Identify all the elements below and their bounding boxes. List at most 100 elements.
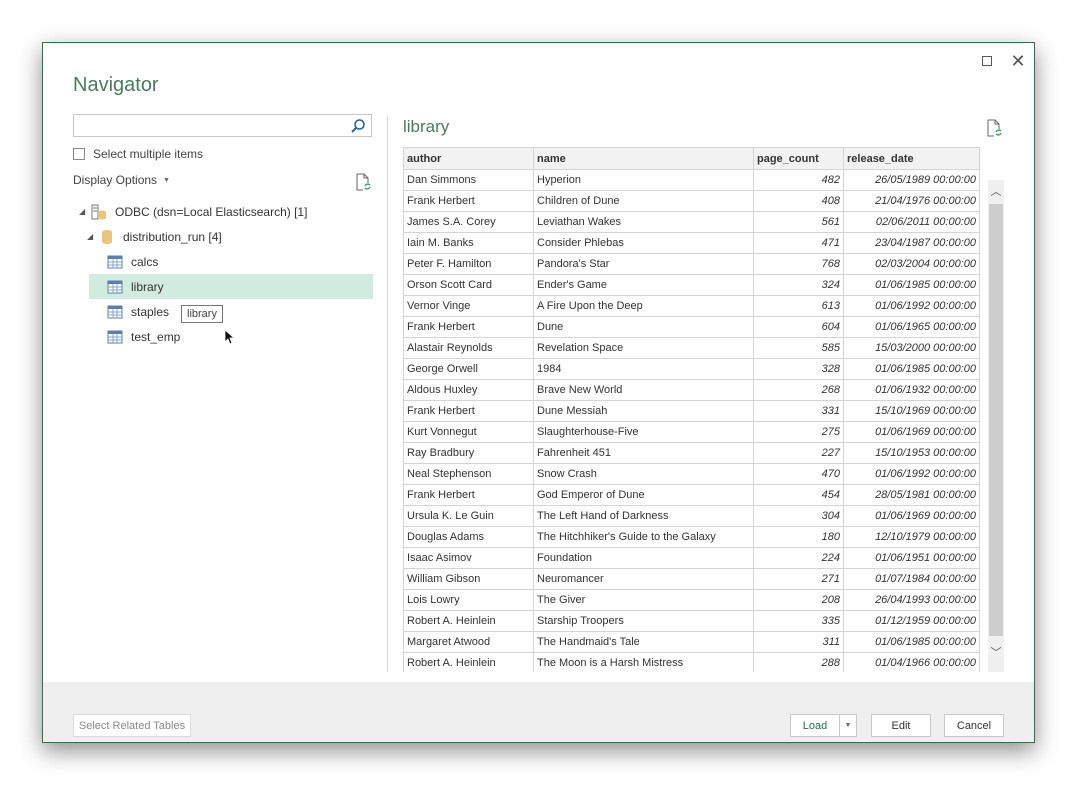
caret-down-icon: ▼ (844, 722, 852, 729)
cell-page-count: 454 (753, 484, 844, 506)
cell-release-date: 01/06/1969 00:00:00 (843, 421, 980, 443)
maximize-icon (982, 56, 992, 66)
display-options-dropdown[interactable]: Display Options ▼ (73, 173, 170, 187)
cell-release-date: 01/06/1985 00:00:00 (843, 274, 980, 296)
cell-release-date: 01/07/1984 00:00:00 (843, 568, 980, 590)
table-row: Robert A. Heinlein The Moon is a Harsh Mi… (403, 652, 980, 672)
cell-author: Robert A. Heinlein (403, 610, 534, 632)
table-row: William Gibson Neuromancer 271 01/07/1984 0… (403, 568, 980, 590)
cell-author: Lois Lowry (403, 589, 534, 611)
select-multiple-items[interactable]: Select multiple items (73, 147, 203, 161)
load-dropdown-button[interactable]: ▼ (839, 714, 857, 737)
cell-author: Frank Herbert (403, 484, 534, 506)
cell-page-count: 268 (753, 379, 844, 401)
tree-item-library[interactable]: library (89, 274, 373, 299)
scroll-down-icon[interactable]: ﹀ (988, 644, 1004, 660)
caret-down-icon: ▼ (163, 176, 170, 184)
cell-author: Alastair Reynolds (403, 337, 534, 359)
cell-author: Dan Simmons (403, 169, 534, 191)
close-button[interactable]: ✕ (1006, 49, 1030, 73)
expanded-triangle-icon[interactable]: ◢ (87, 232, 99, 241)
cell-name: Revelation Space (533, 337, 754, 359)
tooltip: library (181, 305, 223, 323)
cell-page-count: 331 (753, 400, 844, 422)
table-body: Dan Simmons Hyperion 482 26/05/1989 00:00:0… (403, 169, 980, 672)
cell-release-date: 15/10/1969 00:00:00 (843, 400, 980, 422)
cell-release-date: 12/10/1979 00:00:00 (843, 526, 980, 548)
cell-page-count: 224 (753, 547, 844, 569)
cell-page-count: 208 (753, 589, 844, 611)
tree-item-label: library (131, 279, 164, 294)
table-icon (107, 280, 123, 293)
cell-release-date: 01/06/1985 00:00:00 (843, 631, 980, 653)
table-row: Kurt Vonnegut Slaughterhouse-Five 275 01/06… (403, 421, 980, 443)
preview-title: library (403, 117, 450, 136)
table-row: Ray Bradbury Fahrenheit 451 227 15/10/1953 … (403, 442, 980, 464)
tree-item-distribution-run[interactable]: ◢ distribution_run [4] (73, 224, 373, 249)
scroll-up-icon[interactable]: ︿ (988, 183, 1004, 199)
column-header-name[interactable]: name (533, 147, 754, 170)
search-icon[interactable] (350, 118, 366, 134)
column-header-page-count[interactable]: page_count (753, 147, 844, 170)
cell-name: The Handmaid's Tale (533, 631, 754, 653)
table-row: Lois Lowry The Giver 208 26/04/1993 00:00:0… (403, 589, 980, 611)
cell-page-count: 275 (753, 421, 844, 443)
dialog-footer: Select Related Tables Load ▼ Edit Cancel (43, 682, 1034, 742)
cell-release-date: 28/05/1981 00:00:00 (843, 484, 980, 506)
search-box[interactable] (73, 114, 372, 137)
cell-release-date: 23/04/1987 00:00:00 (843, 232, 980, 254)
odbc-server-icon (91, 204, 106, 219)
table-row: Frank Herbert God Emperor of Dune 454 28/05… (403, 484, 980, 506)
cell-release-date: 02/06/2011 00:00:00 (843, 211, 980, 233)
search-input[interactable] (74, 115, 344, 136)
tree-item-test-emp[interactable]: test_emp (73, 324, 373, 349)
cell-page-count: 482 (753, 169, 844, 191)
cell-author: Iain M. Banks (403, 232, 534, 254)
table-header-row: author name page_count release_date (403, 147, 980, 170)
cell-release-date: 01/04/1966 00:00:00 (843, 652, 980, 672)
load-button[interactable]: Load (790, 714, 840, 737)
cell-name: Brave New World (533, 379, 754, 401)
preview-table-container: author name page_count release_date Dan … (403, 147, 980, 672)
cell-release-date: 26/04/1993 00:00:00 (843, 589, 980, 611)
table-row: Robert A. Heinlein Starship Troopers 335 01… (403, 610, 980, 632)
refresh-icon[interactable] (355, 173, 371, 191)
cell-page-count: 470 (753, 463, 844, 485)
tree-item-calcs[interactable]: calcs (73, 249, 373, 274)
select-multiple-checkbox[interactable] (73, 148, 85, 160)
select-related-tables-button[interactable]: Select Related Tables (73, 714, 191, 737)
refresh-preview-icon[interactable] (986, 119, 1002, 137)
panel-divider[interactable] (387, 115, 388, 672)
cell-author: Ray Bradbury (403, 442, 534, 464)
mouse-pointer-icon (224, 329, 234, 345)
cell-name: Foundation (533, 547, 754, 569)
cancel-button[interactable]: Cancel (944, 714, 1004, 737)
table-row: Frank Herbert Dune 604 01/06/1965 00:00:00 (403, 316, 980, 338)
table-row: Margaret Atwood The Handmaid's Tale 311 01/… (403, 631, 980, 653)
vertical-scrollbar[interactable]: ︿ ﹀ (988, 180, 1004, 672)
tree-item-label: ODBC (dsn=Local Elasticsearch) [1] (115, 204, 308, 219)
cell-release-date: 01/06/1992 00:00:00 (843, 295, 980, 317)
close-icon: ✕ (1010, 51, 1026, 71)
tree-item-staples[interactable]: staples (73, 299, 373, 324)
cell-page-count: 311 (753, 631, 844, 653)
cell-page-count: 324 (753, 274, 844, 296)
scrollbar-thumb[interactable] (989, 204, 1003, 636)
tree-item-odbc[interactable]: ◢ ODBC (dsn=Local Elasticsearch) [1] (73, 199, 373, 224)
cell-page-count: 288 (753, 652, 844, 672)
database-icon (102, 229, 112, 244)
column-header-author[interactable]: author (403, 147, 534, 170)
cell-author: Margaret Atwood (403, 631, 534, 653)
cell-name: Slaughterhouse-Five (533, 421, 754, 443)
edit-button[interactable]: Edit (871, 714, 931, 737)
cell-name: Ender's Game (533, 274, 754, 296)
cell-page-count: 335 (753, 610, 844, 632)
cell-name: The Moon is a Harsh Mistress (533, 652, 754, 672)
table-row: Iain M. Banks Consider Phlebas 471 23/04/19… (403, 232, 980, 254)
maximize-button[interactable] (975, 49, 999, 73)
expanded-triangle-icon[interactable]: ◢ (79, 207, 91, 216)
cell-name: Hyperion (533, 169, 754, 191)
cell-name: A Fire Upon the Deep (533, 295, 754, 317)
tree-item-label: test_emp (131, 329, 181, 344)
column-header-release-date[interactable]: release_date (843, 147, 980, 170)
